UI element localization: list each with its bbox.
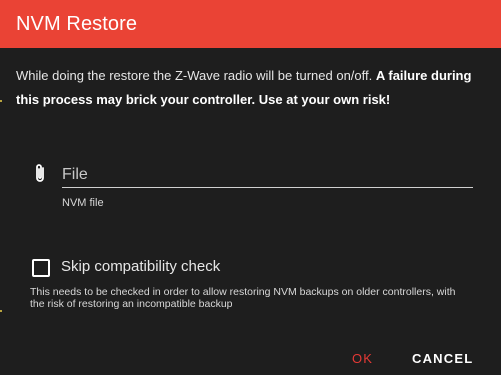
edge-marker xyxy=(0,100,2,102)
file-hint: NVM file xyxy=(62,197,104,209)
skip-compatibility-checkbox[interactable] xyxy=(32,259,50,277)
file-field[interactable]: File NVM file xyxy=(28,156,474,216)
warning-plain: While doing the restore the Z-Wave radio… xyxy=(16,68,376,83)
file-placeholder: File xyxy=(62,166,88,183)
file-input[interactable]: File xyxy=(62,160,473,188)
nvm-restore-dialog: NVM Restore While doing the restore the … xyxy=(0,0,501,375)
skip-compatibility-hint: This needs to be checked in order to all… xyxy=(30,286,456,310)
cancel-button[interactable]: CANCEL xyxy=(412,350,473,368)
dialog-title: NVM Restore xyxy=(16,13,138,35)
skip-compatibility-label[interactable]: Skip compatibility check xyxy=(61,257,220,277)
paperclip-icon[interactable] xyxy=(32,163,48,185)
ok-button[interactable]: OK xyxy=(352,350,373,368)
dialog-title-bar: NVM Restore xyxy=(0,0,501,48)
warning-text: While doing the restore the Z-Wave radio… xyxy=(16,64,486,112)
edge-marker xyxy=(0,310,2,312)
